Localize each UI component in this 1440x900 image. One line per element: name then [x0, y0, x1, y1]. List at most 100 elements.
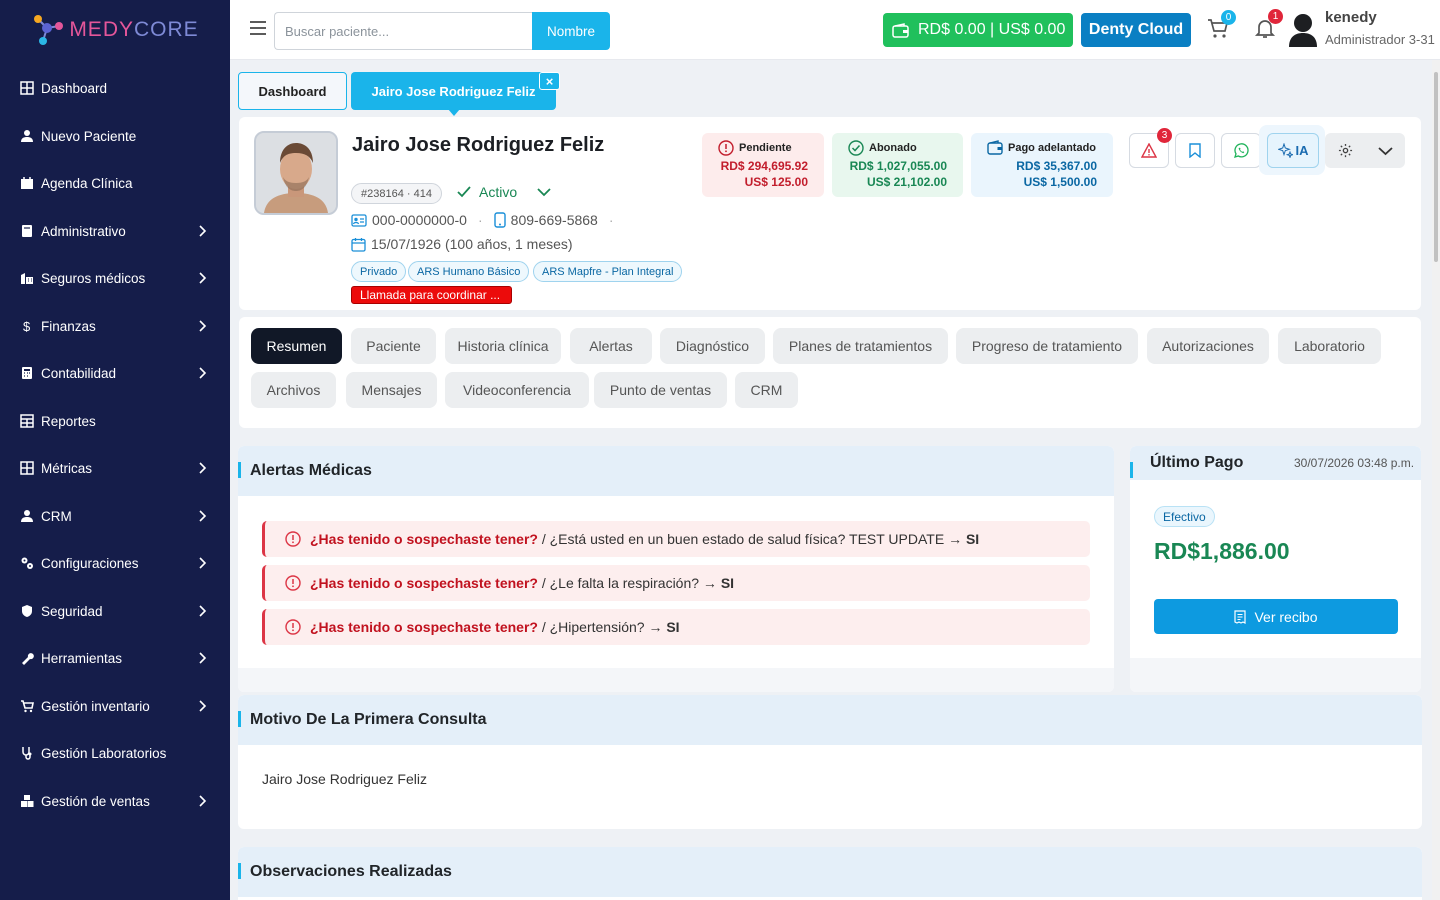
patient-birthdate: 15/07/1926 (100 años, 1 meses): [371, 236, 573, 252]
sidebar-item-configuraciones[interactable]: Configuraciones: [0, 543, 230, 583]
tab-planes-de-tratamientos[interactable]: Planes de tratamientos: [773, 328, 948, 364]
card-footer: [238, 668, 1114, 692]
patient-status[interactable]: Activo: [457, 184, 551, 200]
patient-status-label: Activo: [479, 184, 518, 200]
chevron-right-icon: [199, 700, 207, 712]
sidebar-item-label: Dashboard: [41, 80, 108, 96]
search-mode-button[interactable]: Nombre: [532, 12, 610, 50]
calendar-icon: [21, 177, 33, 189]
id-card-icon: [351, 213, 367, 227]
pending-title: Pendiente: [718, 140, 792, 156]
tab-laboratorio[interactable]: Laboratorio: [1278, 328, 1381, 364]
chevron-down-icon[interactable]: [537, 187, 551, 197]
tab-diagnostico[interactable]: Diagnóstico: [660, 328, 765, 364]
denty-cloud-button[interactable]: Denty Cloud: [1081, 13, 1191, 47]
brand-logo[interactable]: MEDYCORE: [0, 0, 230, 60]
sidebar-item-seguridad[interactable]: Seguridad: [0, 591, 230, 631]
settings-button[interactable]: [1325, 133, 1365, 168]
medical-alerts-card: Alertas Médicas ¿Has tenido o sospechast…: [238, 446, 1114, 692]
sidebar-item-reportes[interactable]: Reportes: [0, 401, 230, 441]
view-receipt-button[interactable]: Ver recibo: [1154, 599, 1398, 634]
tab-videoconferencia[interactable]: Videoconferencia: [445, 372, 589, 408]
chevron-right-icon: [199, 225, 207, 237]
user-name[interactable]: kenedy: [1325, 9, 1377, 26]
alert-question-prefix: ¿Has tenido o sospechaste tener?: [310, 619, 538, 635]
profile-tabs-card: Resumen Paciente Historia clínica Alertas Di…: [239, 317, 1421, 428]
balance-button[interactable]: RD$ 0.00 | US$ 0.00: [883, 13, 1073, 47]
tab-resumen[interactable]: Resumen: [251, 328, 342, 364]
sidebar-item-metricas[interactable]: Métricas: [0, 448, 230, 488]
first-visit-text: Jairo Jose Rodriguez Feliz: [262, 771, 427, 787]
sidebar-item-label: Reportes: [41, 413, 96, 429]
sidebar-item-contabilidad[interactable]: Contabilidad: [0, 353, 230, 393]
advance-payment-card[interactable]: Pago adelantado RD$ 35,367.00 US$ 1,500.…: [971, 133, 1113, 197]
sidebar-item-herramientas[interactable]: Herramientas: [0, 638, 230, 678]
wallet-icon: [987, 140, 1003, 155]
chevron-right-icon: [199, 367, 207, 379]
tab-crm[interactable]: CRM: [735, 372, 798, 408]
paid-balance-card[interactable]: Abonado RD$ 1,027,055.00 US$ 21,102.00: [832, 133, 963, 197]
chevron-right-icon: [199, 272, 207, 284]
medical-alert-item: ¿Has tenido o sospechaste tener? / ¿Hipe…: [262, 609, 1090, 645]
user-icon: [21, 510, 33, 522]
patient-id-badge: #238164 · 414: [351, 183, 442, 204]
notification-count-badge: 1: [1268, 9, 1283, 24]
sidebar-item-gestion-de-ventas[interactable]: Gestión de ventas: [0, 781, 230, 821]
sidebar-item-label: Nuevo Paciente: [41, 128, 137, 144]
patient-search-input[interactable]: [274, 12, 532, 50]
sidebar-item-gestion-inventario[interactable]: Gestión inventario: [0, 686, 230, 726]
ai-assistant-button[interactable]: IA: [1267, 133, 1319, 168]
bookmark-button[interactable]: [1175, 133, 1215, 168]
stethoscope-icon: [22, 747, 32, 760]
scrollbar-thumb[interactable]: [1434, 72, 1438, 262]
pending-us: US$ 125.00: [744, 175, 808, 189]
whatsapp-button[interactable]: [1221, 133, 1261, 168]
calculator-icon: [22, 367, 32, 379]
alert-circle-icon: [285, 575, 301, 591]
sidebar-item-crm[interactable]: CRM: [0, 496, 230, 536]
tab-archivos[interactable]: Archivos: [251, 372, 336, 408]
alert-question-text: / ¿Está usted en un buen estado de salud…: [537, 531, 966, 547]
sidebar-item-nuevo-paciente[interactable]: Nuevo Paciente: [0, 116, 230, 156]
separator: ·: [477, 212, 483, 228]
last-payment-date: 30/07/2026 03:48 p.m.: [1294, 456, 1415, 470]
sidebar-item-agenda-clinica[interactable]: Agenda Clínica: [0, 163, 230, 203]
tab-punto-de-ventas[interactable]: Punto de ventas: [594, 372, 727, 408]
card-footer: [1130, 658, 1421, 692]
tab-historia-clinica[interactable]: Historia clínica: [445, 328, 561, 364]
sidebar-item-administrativo[interactable]: Administrativo: [0, 211, 230, 251]
sidebar-item-gestion-laboratorios[interactable]: Gestión Laboratorios: [0, 733, 230, 773]
patient-note-chip[interactable]: Llamada para coordinar ...: [351, 286, 512, 304]
tab-dashboard[interactable]: Dashboard: [238, 72, 347, 110]
insurance-chip: Privado: [351, 261, 407, 282]
wrench-icon: [22, 653, 34, 665]
more-options-button[interactable]: [1365, 133, 1405, 168]
patient-phone[interactable]: 809-669-5868: [511, 212, 598, 228]
payment-method-badge: Efectivo: [1154, 506, 1215, 527]
separator: ·: [608, 212, 614, 228]
tab-alertas[interactable]: Alertas: [570, 328, 652, 364]
sidebar-item-label: Gestión de ventas: [41, 793, 150, 809]
advance-title: Pago adelantado: [987, 140, 1096, 155]
chevron-down-icon: [1377, 146, 1393, 155]
alert-count-badge: 3: [1157, 128, 1172, 143]
close-tab-button[interactable]: ×: [539, 72, 560, 90]
wallet-icon: [892, 22, 909, 38]
tab-paciente[interactable]: Paciente: [351, 328, 436, 364]
tab-progreso-de-tratamiento[interactable]: Progreso de tratamiento: [956, 328, 1138, 364]
last-payment-card: Último Pago 30/07/2026 03:48 p.m. Efecti…: [1130, 446, 1421, 692]
pending-rd: RD$ 294,695.92: [720, 159, 808, 173]
page-scrollbar[interactable]: [1432, 60, 1440, 900]
sidebar-item-label: CRM: [41, 508, 72, 524]
menu-toggle-icon[interactable]: [249, 19, 267, 37]
user-avatar-icon[interactable]: [1288, 13, 1318, 47]
medical-alert-item: ¿Has tenido o sospechaste tener? / ¿Le f…: [262, 565, 1090, 601]
tab-patient[interactable]: Jairo Jose Rodriguez Feliz: [351, 72, 556, 110]
table-icon: [20, 414, 34, 428]
tab-autorizaciones[interactable]: Autorizaciones: [1147, 328, 1269, 364]
pending-balance-card[interactable]: Pendiente RD$ 294,695.92 US$ 125.00: [702, 133, 824, 197]
sidebar-item-seguros-medicos[interactable]: Seguros médicos: [0, 258, 230, 298]
sidebar-item-finanzas[interactable]: $ Finanzas: [0, 306, 230, 346]
tab-mensajes[interactable]: Mensajes: [346, 372, 437, 408]
sidebar-item-dashboard[interactable]: Dashboard: [0, 68, 230, 108]
